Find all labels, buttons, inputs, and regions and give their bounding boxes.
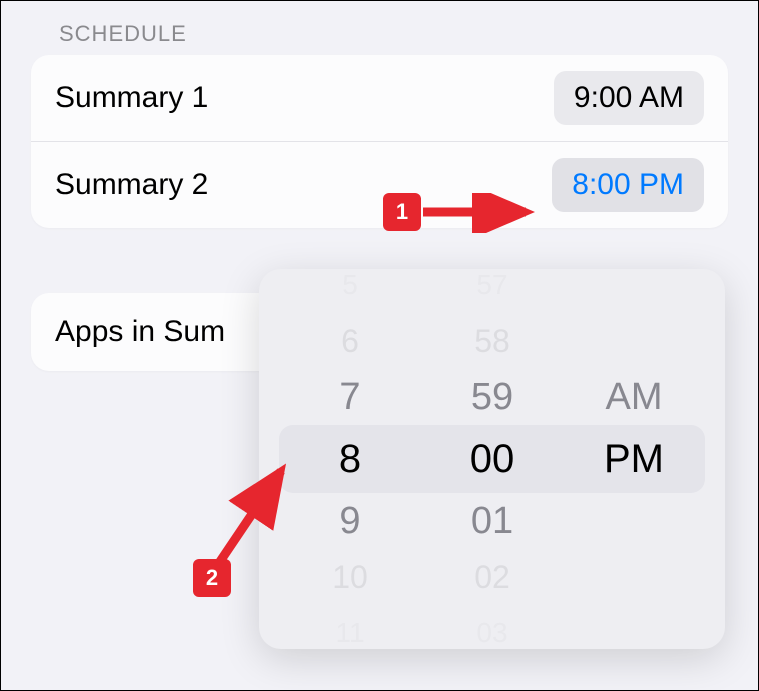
schedule-row-2[interactable]: Summary 2 8:00 PM	[31, 141, 728, 228]
schedule-row-1-time-button[interactable]: 9:00 AM	[554, 71, 704, 125]
period-picker-column[interactable]: . . AM PM . . .	[563, 269, 705, 649]
hour-option[interactable]: 9	[320, 493, 380, 549]
schedule-list: Summary 1 9:00 AM Summary 2 8:00 PM	[31, 55, 728, 228]
callout-badge-2: 2	[193, 559, 231, 597]
schedule-row-1-label: Summary 1	[55, 81, 208, 115]
minute-option[interactable]: 58	[462, 313, 522, 369]
schedule-row-2-time-button[interactable]: 8:00 PM	[552, 158, 704, 212]
hour-option-selected[interactable]: 8	[320, 425, 380, 493]
minute-picker-column[interactable]: 57 58 59 00 01 02 03	[421, 269, 563, 649]
minute-option[interactable]: 01	[462, 493, 522, 549]
time-picker-popup: 5 6 7 8 9 10 11 57 58 59 00 01 02 03 . .…	[259, 269, 725, 649]
section-header-schedule: SCHEDULE	[31, 21, 728, 47]
minute-option[interactable]: 59	[462, 369, 522, 425]
minute-option[interactable]: 03	[462, 605, 522, 649]
minute-option[interactable]: 57	[462, 269, 522, 313]
callout-badge-1: 1	[383, 193, 421, 231]
minute-option[interactable]: 02	[462, 549, 522, 605]
hour-option[interactable]: 7	[320, 369, 380, 425]
hour-option[interactable]: 11	[320, 605, 380, 649]
period-option-am[interactable]: AM	[604, 369, 664, 425]
hour-picker-column[interactable]: 5 6 7 8 9 10 11	[279, 269, 421, 649]
period-option-pm-selected[interactable]: PM	[604, 425, 664, 493]
hour-option[interactable]: 6	[320, 313, 380, 369]
schedule-row-1[interactable]: Summary 1 9:00 AM	[31, 55, 728, 141]
minute-option-selected[interactable]: 00	[462, 425, 522, 493]
apps-in-summary-label: Apps in Sum	[55, 315, 225, 348]
hour-option[interactable]: 10	[320, 549, 380, 605]
schedule-row-2-label: Summary 2	[55, 168, 208, 202]
hour-option[interactable]: 5	[320, 269, 380, 313]
